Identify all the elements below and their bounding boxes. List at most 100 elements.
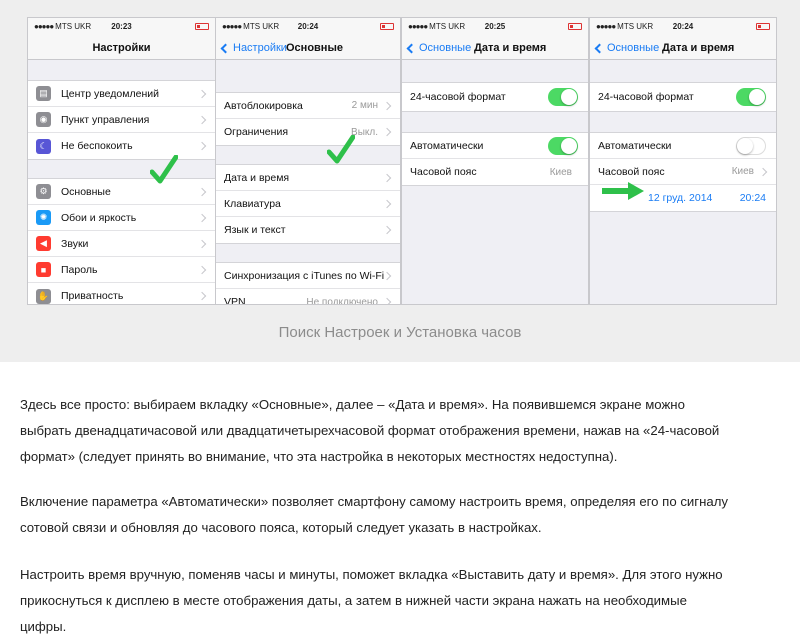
back-button[interactable]: Основные: [594, 42, 659, 54]
chevron-left-icon: [220, 43, 231, 53]
chevron-right-icon: [382, 297, 392, 304]
chevron-right-icon: [197, 115, 207, 124]
green-arrow-icon: [602, 182, 644, 200]
settings-row[interactable]: Ограничения Выкл.: [216, 119, 400, 145]
back-button[interactable]: Настройки: [220, 42, 287, 54]
paragraph-line: выбрать двенадцатичасовой или двадцатиче…: [20, 423, 720, 438]
phone-screen-settings: ●●●●● MTS UKR 20:23 Настройки ▤ Центр увед…: [27, 17, 216, 305]
format-label: 24-часовой формат: [598, 91, 694, 103]
figure-caption: Поиск Настроек и Установка часов: [278, 324, 522, 341]
chevron-right-icon: [758, 167, 768, 176]
phone-screen-general: ●●●●● MTS UKR 20:24 Настройки Основные Ав…: [215, 17, 401, 305]
settings-row-value: Выкл.: [351, 126, 378, 138]
battery-icon: [756, 23, 770, 30]
paragraph-line: формат» (следует принять во внимание, чт…: [20, 449, 618, 464]
paragraph-line: Настроить время вручную, поменяв часы и …: [20, 567, 723, 582]
settings-row[interactable]: Автоблокировка 2 мин: [216, 93, 400, 119]
settings-row-label: Не беспокоить: [61, 140, 133, 152]
chevron-right-icon: [382, 199, 392, 208]
auto-toggle[interactable]: [548, 136, 578, 155]
settings-row[interactable]: Синхронизация с iTunes по Wi-Fi: [216, 263, 400, 289]
status-time: 20:24: [297, 22, 319, 31]
status-bar: ●●●●● MTS UKR 20:25: [402, 18, 588, 36]
gear-icon: ⚙: [36, 184, 51, 199]
page-title: Настройки: [92, 42, 151, 54]
page-title: Основные: [286, 42, 343, 54]
chevron-right-icon: [382, 127, 392, 137]
settings-row[interactable]: ◀ Звуки: [28, 231, 215, 257]
phone-screen-date-time-manual: ●●●●● MTS UKR 20:24 Основные Дата и время…: [589, 17, 777, 305]
auto-toggle[interactable]: [736, 136, 766, 155]
chevron-right-icon: [382, 173, 392, 182]
settings-row-label: Приватность: [61, 290, 124, 302]
settings-row-label: Язык и текст: [224, 224, 286, 236]
format-group: 24-часовой формат: [590, 82, 776, 112]
general-group-3: Синхронизация с iTunes по Wi-Fi VPN Не под…: [216, 262, 400, 304]
auto-label: Автоматически: [598, 139, 672, 152]
settings-row[interactable]: Язык и текст: [216, 217, 400, 243]
settings-row-label: Обои и яркость: [61, 211, 137, 224]
paragraph-2: Включение параметра «Автоматически» позв…: [20, 489, 782, 541]
paragraph-line: Включение параметра «Автоматически» позв…: [20, 494, 729, 509]
settings-row-label: Автоблокировка: [224, 99, 303, 112]
nav-bar: Основные Дата и время: [590, 36, 776, 60]
chevron-right-icon: [197, 213, 207, 222]
settings-group-2: ⚙ Основные ✺ Обои и яркость ◀ Звуки ■ Пароль ✋ Пр…: [28, 178, 215, 304]
status-time: 20:24: [672, 22, 694, 31]
wallpaper-icon: ✺: [36, 210, 51, 225]
checkmark-icon: [150, 155, 178, 184]
status-time: 20:23: [111, 22, 132, 31]
date-value[interactable]: 12 груд. 2014: [648, 192, 740, 204]
chevron-left-icon: [594, 43, 605, 53]
settings-row[interactable]: ⚙ Основные: [28, 179, 215, 205]
settings-row[interactable]: VPN Не подключено: [216, 289, 400, 304]
paragraph-line: цифры.: [20, 619, 67, 634]
chevron-left-icon: [406, 43, 417, 53]
format-row[interactable]: 24-часовой формат: [590, 83, 776, 111]
status-bar: ●●●●● MTS UKR 20:24: [216, 18, 400, 36]
auto-label: Автоматически: [410, 139, 484, 152]
settings-row[interactable]: ■ Пароль: [28, 257, 215, 283]
timezone-row[interactable]: Часовой пояс Киев: [402, 159, 588, 185]
format-toggle[interactable]: [548, 88, 578, 106]
notification-center-icon: ▤: [36, 86, 51, 101]
paragraph-3: Настроить время вручную, поменяв часы и …: [20, 562, 782, 640]
settings-row-label: Клавиатура: [224, 197, 281, 210]
back-button[interactable]: Основные: [406, 42, 471, 54]
paragraph-line: Здесь все просто: выбираем вкладку «Осно…: [20, 397, 685, 412]
format-row[interactable]: 24-часовой формат: [402, 83, 588, 111]
control-center-icon: ◉: [36, 112, 51, 127]
settings-row-label: Пункт управления: [61, 113, 150, 126]
time-value[interactable]: 20:24: [740, 192, 766, 204]
settings-row-label: Звуки: [61, 237, 89, 250]
chevron-right-icon: [197, 265, 207, 274]
chevron-right-icon: [197, 187, 207, 196]
settings-row[interactable]: ☾ Не беспокоить: [28, 133, 215, 159]
phone-screen-date-time: ●●●●● MTS UKR 20:25 Основные Дата и время…: [401, 17, 589, 305]
auto-group: Автоматически Часовой пояс Киев: [402, 132, 588, 186]
moon-icon: ☾: [36, 138, 51, 154]
chevron-right-icon: [197, 239, 207, 248]
chevron-right-icon: [382, 101, 392, 110]
format-label: 24-часовой формат: [410, 91, 506, 103]
lock-icon: ■: [36, 262, 51, 277]
settings-row[interactable]: ◉ Пункт управления: [28, 107, 215, 133]
general-group-2: Дата и время Клавиатура Язык и текст: [216, 164, 400, 244]
battery-icon: [195, 23, 209, 30]
chevron-right-icon: [197, 141, 207, 151]
auto-row[interactable]: Автоматически: [590, 133, 776, 159]
status-bar: ●●●●● MTS UKR 20:24: [590, 18, 776, 36]
auto-row[interactable]: Автоматически: [402, 133, 588, 159]
format-toggle[interactable]: [736, 88, 766, 106]
page-title: Дата и время: [662, 42, 735, 54]
page-title: Дата и время: [474, 42, 547, 54]
timezone-value: Киев: [549, 166, 572, 178]
settings-row[interactable]: Клавиатура: [216, 191, 400, 217]
settings-row[interactable]: ✺ Обои и яркость: [28, 205, 215, 231]
settings-row[interactable]: ▤ Центр уведомлений: [28, 81, 215, 107]
status-time: 20:25: [484, 22, 506, 31]
settings-row-label: Синхронизация с iTunes по Wi-Fi: [224, 269, 385, 282]
settings-row[interactable]: ✋ Приватность: [28, 283, 215, 304]
settings-row[interactable]: Дата и время: [216, 165, 400, 191]
settings-group-1: ▤ Центр уведомлений ◉ Пункт управления ☾ Не б…: [28, 80, 215, 160]
